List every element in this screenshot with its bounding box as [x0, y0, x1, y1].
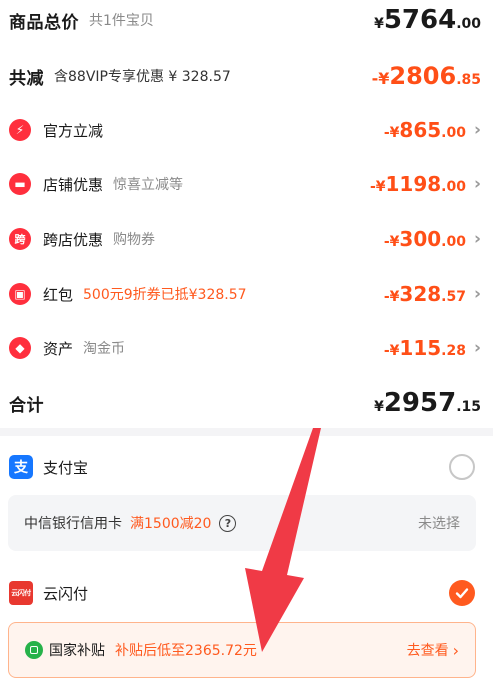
amount-integer: 300 [399, 227, 442, 251]
discount-item-official[interactable]: ⚡ 官方立减 -¥ 865.00 › [0, 110, 493, 150]
amount-prefix: -¥ [383, 125, 400, 141]
discount-item-amount: -¥ 1198.00 › [370, 172, 481, 196]
amount-decimal: .00 [441, 234, 466, 250]
discount-item-assets[interactable]: ◆ 资产 淘金币 -¥ 115.28 › [0, 328, 493, 368]
vip-discount-text: 含88VIP专享优惠 ¥ 328.57 [54, 69, 231, 85]
grand-total-integer: 2957 [383, 388, 457, 418]
subsidy-view-label: 去查看 [406, 643, 449, 659]
amount-prefix: -¥ [383, 343, 400, 359]
subsidy-icon [25, 641, 43, 659]
discount-item-sub: 惊喜立减等 [113, 177, 184, 193]
amount-integer: 865 [399, 118, 442, 142]
national-subsidy-banner[interactable]: 国家补贴 补贴后低至2365.72元 去查看 › [8, 622, 476, 678]
check-icon [455, 588, 469, 599]
payment-option-alipay[interactable]: 支 支付宝 [0, 450, 493, 484]
discount-item-label: 资产 [43, 339, 74, 358]
discount-item-amount: -¥ 115.28 › [384, 336, 481, 360]
bank-promo-text: 满1500减20 [130, 516, 212, 532]
amount-decimal: .00 [441, 179, 466, 195]
amount-integer: 115 [399, 336, 442, 360]
amount-prefix: -¥ [383, 289, 400, 305]
discount-decimal: .85 [456, 72, 481, 88]
alipay-icon: 支 [9, 455, 33, 479]
total-price-integer: 5764 [383, 5, 457, 35]
bank-card-option[interactable]: 中信银行信用卡 满1500减20 ? 未选择 [8, 495, 476, 551]
discount-item-amount: -¥ 865.00 › [384, 118, 481, 142]
chevron-right-icon: › [473, 120, 481, 140]
total-price-label: 商品总价 [9, 12, 79, 33]
grand-total-amount: ¥2957.15 [374, 388, 481, 418]
discount-item-amount: -¥ 300.00 › [384, 227, 481, 251]
total-discount-amount: -¥ 2806.85 [372, 62, 481, 90]
bank-card-status: 未选择 [418, 516, 460, 532]
amount-integer: 328 [399, 282, 442, 306]
chevron-right-icon: › [473, 338, 481, 358]
grand-total-label: 合计 [9, 395, 44, 416]
bank-card-name: 中信银行信用卡 [24, 516, 122, 532]
alipay-radio[interactable] [449, 454, 475, 480]
chevron-right-icon: › [452, 640, 459, 660]
chevron-right-icon: › [473, 174, 481, 194]
cross-store-icon: 跨 [9, 228, 31, 250]
discount-integer: 2806 [389, 62, 457, 90]
amount-decimal: .28 [441, 343, 466, 359]
discount-item-label: 店铺优惠 [43, 175, 104, 194]
discount-item-sub: 淘金币 [83, 341, 126, 357]
unionpay-radio-checked[interactable] [449, 580, 475, 606]
unionpay-icon: 云闪付 [9, 581, 33, 605]
amount-integer: 1198 [385, 172, 442, 196]
store-icon: ▬ [9, 173, 31, 195]
discount-item-sub: 购物券 [113, 232, 156, 248]
item-count-text: 共1件宝贝 [89, 13, 154, 29]
discount-item-store[interactable]: ▬ 店铺优惠 惊喜立减等 -¥ 1198.00 › [0, 164, 493, 204]
amount-decimal: .00 [441, 125, 466, 141]
subsidy-view-link[interactable]: 去查看 › [407, 640, 459, 660]
total-price-row: 商品总价 共1件宝贝 ¥5764.00 [0, 0, 493, 40]
amount-prefix: -¥ [383, 234, 400, 250]
tag-icon: ◆ [9, 337, 31, 359]
red-packet-icon: ▣ [9, 283, 31, 305]
discount-item-cross-store[interactable]: 跨 跨店优惠 购物券 -¥ 300.00 › [0, 219, 493, 259]
discount-item-red-packet[interactable]: ▣ 红包 500元9折券已抵¥328.57 -¥ 328.57 › [0, 274, 493, 314]
amount-prefix: -¥ [369, 179, 386, 195]
lightning-icon: ⚡ [9, 119, 31, 141]
currency-symbol: ¥ [374, 399, 384, 415]
subsidy-label: 国家补贴 [49, 643, 105, 659]
subsidy-description: 补贴后低至2365.72元 [115, 643, 257, 659]
payment-option-unionpay[interactable]: 云闪付 云闪付 [0, 576, 493, 610]
help-circle-icon[interactable]: ? [219, 514, 237, 532]
total-discount-row[interactable]: 共减 含88VIP专享优惠 ¥ 328.57 -¥ 2806.85 [0, 56, 493, 96]
discount-item-amount: -¥ 328.57 › [384, 282, 481, 306]
price-summary-card: 商品总价 共1件宝贝 ¥5764.00 共减 含88VIP专享优惠 ¥ 328.… [0, 0, 493, 428]
grand-total-row: 合计 ¥2957.15 [0, 383, 493, 423]
discount-item-label: 跨店优惠 [43, 230, 104, 249]
chevron-right-icon: › [473, 229, 481, 249]
unionpay-label: 云闪付 [43, 584, 89, 603]
chevron-right-icon: › [473, 284, 481, 304]
currency-symbol: ¥ [374, 16, 384, 32]
total-discount-label: 共减 [9, 68, 44, 89]
discount-item-label: 红包 [43, 285, 74, 304]
grand-total-decimal: .15 [456, 399, 481, 415]
discount-item-label: 官方立减 [43, 121, 104, 140]
total-price-decimal: .00 [456, 16, 481, 32]
discount-item-sub: 500元9折券已抵¥328.57 [83, 287, 247, 303]
amount-decimal: .57 [441, 289, 466, 305]
discount-prefix: -¥ [371, 69, 390, 88]
total-price-amount: ¥5764.00 [374, 5, 481, 35]
alipay-label: 支付宝 [43, 458, 89, 477]
